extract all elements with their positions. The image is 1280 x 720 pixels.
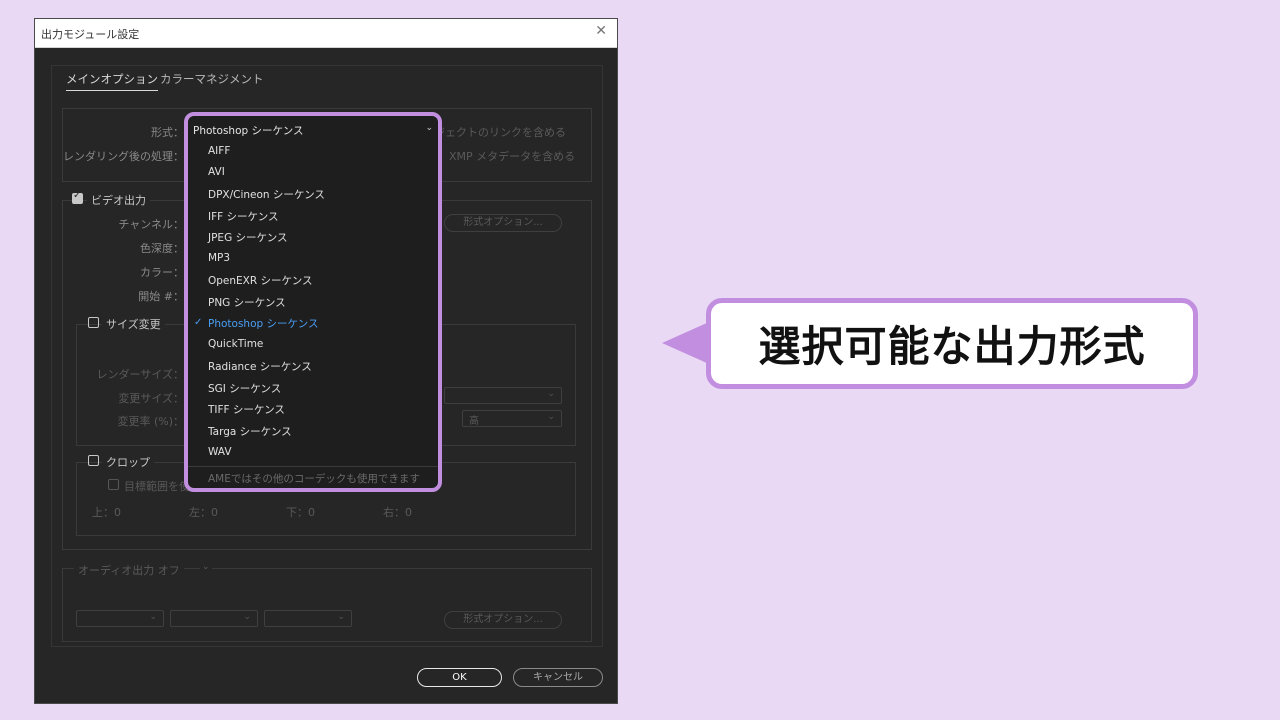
- render-size-label: レンダーサイズ：: [96, 368, 184, 381]
- format-select[interactable]: Photoshop シーケンス ⌄: [188, 121, 438, 138]
- video-format-options-button[interactable]: 形式オプション...: [444, 214, 562, 232]
- format-option[interactable]: WAV: [208, 446, 232, 458]
- crop-left-value: 左：0: [189, 506, 218, 519]
- format-option[interactable]: SGI シーケンス: [208, 381, 281, 396]
- depth-label: 色深度：: [140, 242, 184, 255]
- audio-output-select[interactable]: オーディオ出力 オフ: [74, 562, 184, 578]
- format-current-value: Photoshop シーケンス: [193, 125, 304, 137]
- format-option[interactable]: MP3: [208, 252, 230, 264]
- crop-top-value: 上：0: [92, 506, 121, 519]
- color-label: カラー：: [140, 266, 184, 279]
- audio-format-options-button[interactable]: 形式オプション...: [444, 611, 562, 629]
- check-icon: ✓: [194, 317, 203, 328]
- format-option[interactable]: IFF シーケンス: [208, 209, 279, 224]
- callout-pointer: [662, 322, 709, 364]
- chevron-down-icon: ⌄: [200, 562, 212, 572]
- dialog-titlebar: 出力モジュール設定 ✕: [35, 19, 617, 48]
- use-roi-checkbox[interactable]: [108, 479, 119, 490]
- resize-preset-select[interactable]: ⌄: [444, 387, 562, 404]
- dropdown-footer: AMEではその他のコーデックも使用できます: [188, 466, 438, 485]
- include-xmp-label: XMP メタデータを含める: [449, 150, 576, 163]
- callout-bubble: 選択可能な出力形式: [706, 298, 1198, 389]
- format-option[interactable]: AVI: [208, 166, 225, 178]
- crop-bottom-value: 下：0: [286, 506, 315, 519]
- format-option[interactable]: Radiance シーケンス: [208, 359, 312, 374]
- audio-rate-select[interactable]: ⌄: [76, 610, 164, 627]
- audio-output-section: [62, 568, 592, 642]
- callout-text: 選択可能な出力形式: [758, 322, 1146, 371]
- close-icon[interactable]: ✕: [595, 23, 607, 39]
- tab-color-management[interactable]: カラーマネジメント: [160, 71, 264, 87]
- resize-quality-value: 高: [469, 416, 479, 427]
- crop-checkbox[interactable]: [88, 455, 99, 466]
- start-label: 開始 #：: [138, 290, 184, 303]
- format-option[interactable]: JPEG シーケンス: [208, 230, 288, 245]
- format-option[interactable]: TIFF シーケンス: [208, 402, 285, 417]
- audio-channels-select[interactable]: ⌄: [170, 610, 258, 627]
- format-option[interactable]: PNG シーケンス: [208, 295, 286, 310]
- post-render-label: レンダリング後の処理：: [63, 150, 184, 163]
- crop-right-value: 右：0: [383, 506, 412, 519]
- resize-percent-label: 変更率 (%)：: [117, 415, 184, 428]
- resize-quality-select[interactable]: 高 ⌄: [462, 410, 562, 427]
- resize-label: サイズ変更: [102, 316, 165, 332]
- format-option[interactable]: Targa シーケンス: [208, 424, 292, 439]
- audio-bits-select[interactable]: ⌄: [264, 610, 352, 627]
- tab-main-options[interactable]: メインオプション: [66, 71, 158, 91]
- crop-label: クロップ: [102, 454, 154, 470]
- format-option[interactable]: DPX/Cineon シーケンス: [208, 187, 325, 202]
- format-option-selected[interactable]: Photoshop シーケンス: [208, 316, 318, 331]
- format-option[interactable]: OpenEXR シーケンス: [208, 273, 312, 288]
- cancel-button[interactable]: キャンセル: [513, 668, 603, 687]
- video-output-label: ビデオ出力: [87, 192, 150, 208]
- resize-checkbox[interactable]: [88, 317, 99, 328]
- ame-codec-note: AMEではその他のコーデックも使用できます: [208, 473, 420, 485]
- format-option[interactable]: AIFF: [208, 145, 230, 157]
- ok-button[interactable]: OK: [417, 668, 502, 687]
- chevron-down-icon: ⌄: [425, 123, 433, 133]
- video-output-checkbox[interactable]: [72, 190, 83, 204]
- channel-label: チャンネル：: [118, 218, 184, 231]
- format-label: 形式：: [151, 126, 184, 139]
- format-dropdown[interactable]: Photoshop シーケンス ⌄ AIFF AVI DPX/Cineon シー…: [184, 112, 442, 492]
- resize-to-label: 変更サイズ：: [118, 392, 184, 405]
- dialog-title: 出力モジュール設定: [41, 28, 140, 41]
- format-option[interactable]: QuickTime: [208, 338, 263, 350]
